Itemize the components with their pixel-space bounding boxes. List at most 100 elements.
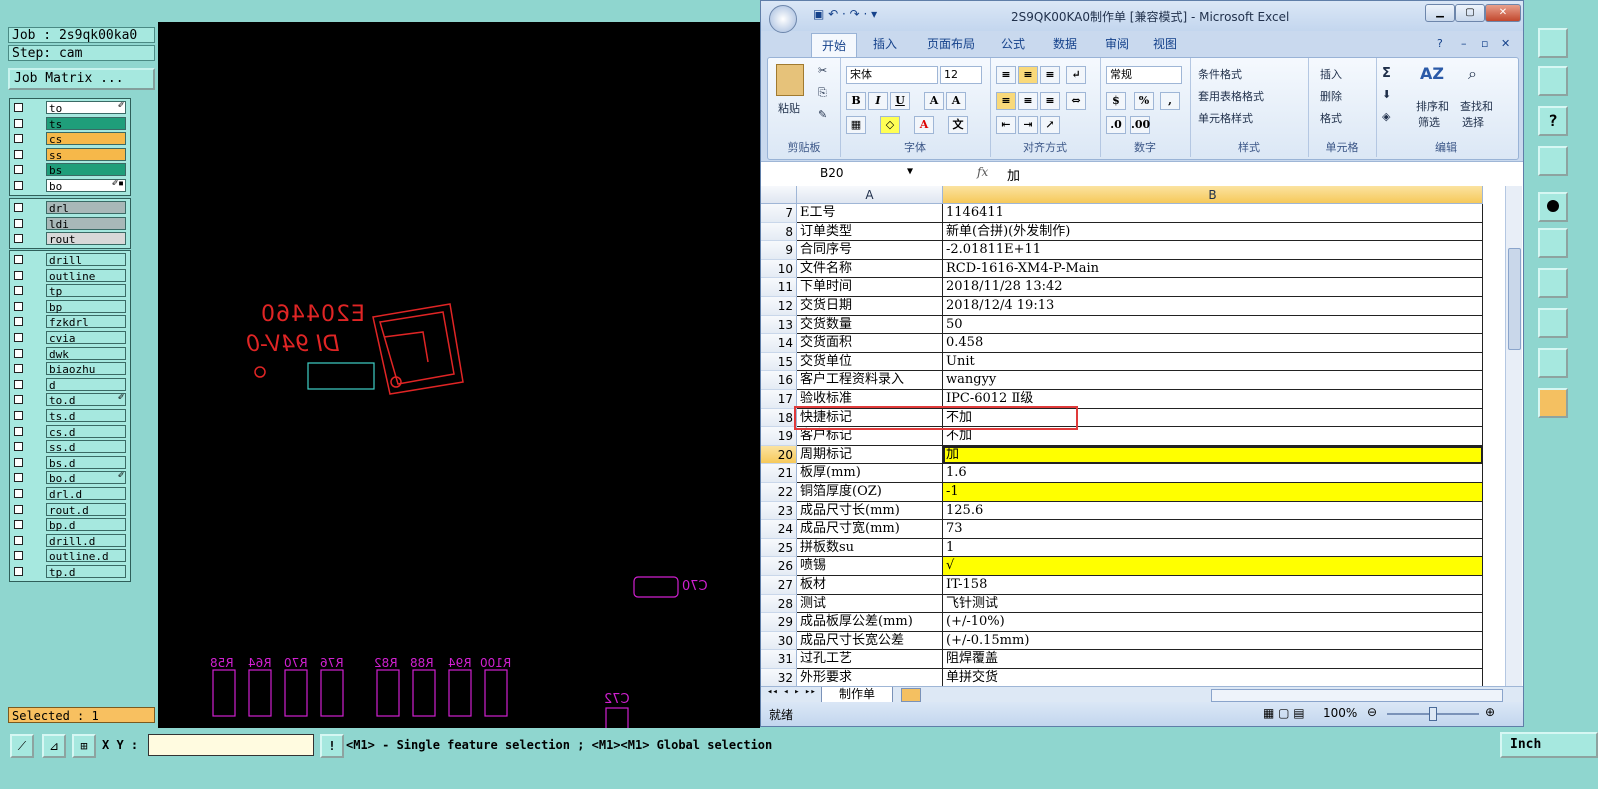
quick-access-toolbar[interactable]: ▣ ↶ · ↷ · ▾ (813, 7, 877, 21)
layer-name[interactable]: drill (46, 253, 126, 267)
borders-button[interactable]: ▦ (846, 116, 866, 134)
cell-b[interactable]: 阻焊覆盖 (943, 650, 1483, 669)
namebox-dropdown-icon[interactable]: ▼ (907, 166, 913, 177)
layer-row[interactable]: bo.d ✐ (10, 470, 128, 485)
number-format-combo[interactable]: 常规 (1106, 66, 1182, 84)
cell-b[interactable]: √ (943, 557, 1483, 576)
layer-checkbox[interactable] (14, 134, 23, 144)
row-header[interactable]: 17 (761, 390, 797, 409)
cell-b[interactable]: 73 (943, 520, 1483, 539)
layer-name[interactable]: cs (46, 132, 126, 146)
warning-icon[interactable]: ! (320, 734, 344, 758)
ribbon-tab[interactable]: 数据 (1053, 35, 1077, 52)
help-icon[interactable]: ? (1437, 37, 1443, 50)
layer-checkbox[interactable] (14, 165, 23, 175)
percent-icon[interactable]: % (1134, 92, 1154, 110)
align-left-icon[interactable]: ≡ (996, 92, 1016, 110)
ribbon-tab[interactable]: 开始 (811, 33, 858, 60)
help-icon[interactable]: ? (1538, 106, 1568, 136)
align-right-icon[interactable]: ≡ (1040, 92, 1060, 110)
ribbon-tab[interactable]: 视图 (1153, 35, 1177, 52)
cell-a[interactable]: 交货面积 (797, 334, 943, 353)
layer-checkbox[interactable] (14, 333, 23, 342)
row-header[interactable]: 8 (761, 222, 797, 242)
layer-name[interactable]: drill.d (46, 533, 126, 548)
job-matrix-button[interactable]: Job Matrix ... (8, 68, 155, 90)
bold-button[interactable]: B (846, 92, 866, 110)
layer-checkbox[interactable] (14, 149, 23, 159)
layer-checkbox[interactable] (14, 411, 23, 420)
layer-row[interactable]: bs (10, 162, 128, 177)
layer-checkbox[interactable] (14, 234, 23, 244)
find-select-icon[interactable]: ⌕ (1468, 64, 1477, 84)
cell-b[interactable]: Unit (943, 352, 1483, 372)
cell-b[interactable]: 2018/12/4 19:13 (943, 297, 1483, 316)
cell-b[interactable]: 飞针测试 (943, 594, 1483, 614)
layer-name[interactable]: outline.d (46, 549, 126, 563)
cell-b[interactable]: 单拼交货 (943, 669, 1483, 688)
layer-checkbox[interactable] (14, 255, 23, 264)
cell-a[interactable]: 交货日期 (797, 297, 943, 316)
layer-checkbox[interactable] (14, 118, 23, 128)
view-buttons[interactable]: ▦ ▢ ▤ (1263, 706, 1305, 720)
layer-checkbox[interactable] (14, 520, 23, 530)
comma-icon[interactable]: , (1160, 92, 1180, 110)
zoom-out-icon[interactable]: ⊖ (1367, 705, 1377, 719)
cell-b[interactable]: (+/-0.15mm) (943, 631, 1483, 651)
layer-row[interactable]: ss (10, 147, 128, 162)
italic-button[interactable]: I (868, 92, 888, 110)
cell-a[interactable]: 客户工程资料录入 (797, 371, 943, 390)
toolbar-button[interactable] (1538, 66, 1568, 96)
cell-a[interactable]: 下单时间 (797, 278, 943, 297)
sheet-tab[interactable]: 制作单 (821, 687, 893, 703)
office-button[interactable] (769, 5, 797, 33)
merge-icon[interactable]: ⇔ (1066, 92, 1086, 110)
conditional-format-button[interactable]: 条件格式 (1198, 66, 1242, 82)
ribbon-restore-icon[interactable]: ▫ (1481, 37, 1488, 50)
decrease-indent-icon[interactable]: ⇤ (996, 116, 1016, 134)
layer-name[interactable]: bo.d (46, 471, 126, 485)
cell-b[interactable]: -2.01811E+11 (943, 241, 1483, 260)
layer-row[interactable]: dwk (10, 346, 128, 361)
formula-input[interactable]: 加 (1007, 165, 1020, 184)
row-header[interactable]: 15 (761, 352, 797, 372)
cell-a[interactable]: 成品板厚公差(mm) (797, 613, 943, 632)
layer-row[interactable]: ts.d (10, 408, 128, 423)
layer-name[interactable]: bp.d (46, 518, 126, 532)
orientation-icon[interactable]: ↗ (1040, 116, 1060, 134)
xy-input[interactable] (148, 734, 314, 756)
row-header[interactable]: 9 (761, 241, 797, 260)
cell-a[interactable]: 文件名称 (797, 259, 943, 279)
ribbon-tab[interactable]: 公式 (1001, 35, 1025, 52)
row-header[interactable]: 24 (761, 520, 797, 539)
layer-checkbox[interactable] (14, 395, 23, 405)
cell-b[interactable]: 0.458 (943, 334, 1483, 353)
layer-row[interactable]: bp (10, 299, 128, 314)
layer-row[interactable]: ss.d (10, 439, 128, 454)
layer-row[interactable]: to ✐ (10, 100, 128, 115)
cell-b[interactable]: 新单(合拼)(外发制作) (943, 222, 1483, 242)
cell-b[interactable]: IT-158 (943, 576, 1483, 595)
cell-styles-button[interactable]: 单元格样式 (1198, 110, 1253, 126)
layer-checkbox[interactable] (14, 286, 23, 296)
layer-name[interactable]: d (46, 377, 126, 392)
layer-checkbox[interactable] (14, 535, 23, 545)
layer-checkbox[interactable] (14, 379, 23, 389)
cell-b[interactable]: 1.6 (943, 464, 1483, 483)
zoom-level[interactable]: 100% (1323, 706, 1357, 720)
layer-row[interactable]: drill.d (10, 533, 128, 548)
cell-a[interactable]: 拼板数su (797, 538, 943, 558)
cell-b[interactable]: 125.6 (943, 501, 1483, 521)
layer-row[interactable]: fzkdrl (10, 314, 128, 329)
layer-checkbox[interactable] (14, 426, 23, 436)
shrink-font-button[interactable]: A (946, 92, 966, 110)
fx-icon[interactable]: fx (977, 165, 988, 179)
layer-name[interactable]: bp (46, 299, 126, 314)
layer-name[interactable]: ts.d (46, 409, 126, 423)
horizontal-scrollbar[interactable] (1211, 689, 1503, 702)
cell-b[interactable]: (+/-10%) (943, 613, 1483, 632)
unit-selector[interactable]: Inch (1500, 732, 1598, 758)
cell-a[interactable]: 板厚(mm) (797, 464, 943, 483)
toolbar-button[interactable] (1538, 308, 1568, 338)
toolbar-button[interactable] (1538, 268, 1568, 298)
